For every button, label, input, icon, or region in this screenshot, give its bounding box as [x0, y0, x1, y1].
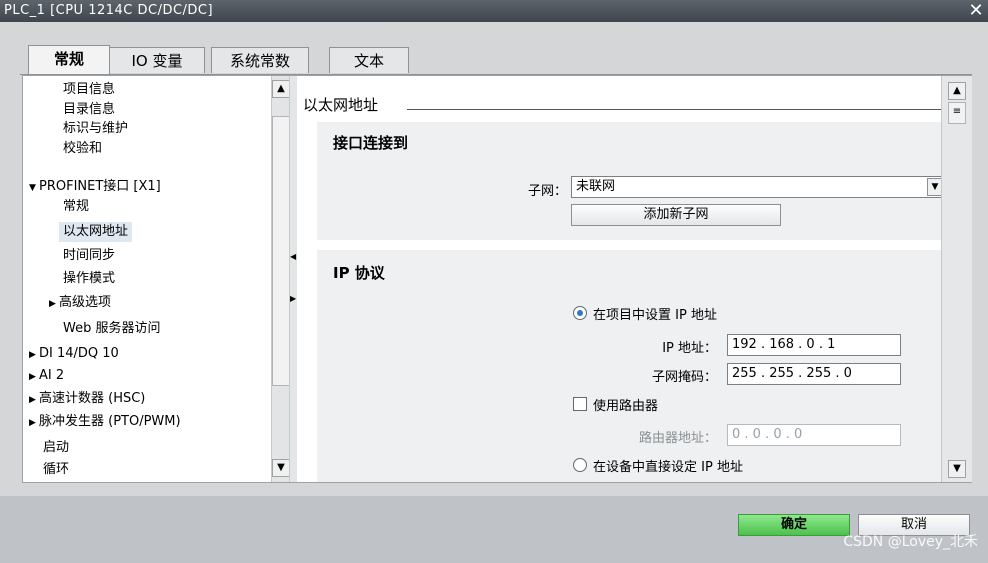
title-bar[interactable]: PLC_1 [CPU 1214C DC/DC/DC] ✕ — [0, 0, 988, 22]
tab-general[interactable]: 常规 — [28, 45, 110, 75]
use-router-checkbox[interactable] — [573, 397, 587, 411]
scroll-thumb[interactable] — [272, 116, 290, 386]
tree-scrollbar[interactable]: ▲ ▼ — [271, 76, 290, 482]
close-icon[interactable]: ✕ — [966, 1, 986, 21]
tree-item-time-sync[interactable]: 时间同步 — [63, 246, 115, 266]
expand-right-icon[interactable]: ▶ — [29, 413, 39, 433]
content-scrollbar[interactable]: ▲ ≡ ▼ — [941, 76, 972, 482]
ok-button[interactable]: 确定 — [738, 514, 850, 536]
router-address-field[interactable]: 0 . 0 . 0 . 0 — [727, 424, 901, 446]
tab-texts[interactable]: 文本 — [329, 47, 409, 73]
tree-item-general[interactable]: 常规 — [63, 197, 89, 217]
radio-set-on-device-label: 在设备中直接设定 IP 地址 — [593, 460, 743, 475]
tree-item-operating-mode[interactable]: 操作模式 — [63, 269, 115, 289]
ip-address-field[interactable]: 192 . 168 . 0 . 1 — [727, 334, 901, 356]
tree-item-checksum[interactable]: 校验和 — [63, 139, 102, 159]
watermark: CSDN @Lovey_北禾 — [843, 534, 978, 550]
use-router-label: 使用路由器 — [593, 399, 659, 414]
add-subnet-button[interactable]: 添加新子网 — [571, 204, 781, 226]
subnet-select[interactable]: 未联网 ▼ — [571, 176, 941, 198]
properties-panel: 项目信息 目录信息 标识与维护 校验和 ▼ PROFINET接口 [X1] 常规 … — [22, 75, 972, 483]
collapse-left-icon[interactable]: ◀ — [290, 252, 296, 261]
scroll-down-icon[interactable]: ▼ — [272, 459, 290, 477]
expand-right-icon[interactable]: ▶ — [290, 294, 296, 303]
scroll-thumb[interactable]: ≡ — [948, 102, 966, 124]
navigation-tree: 项目信息 目录信息 标识与维护 校验和 ▼ PROFINET接口 [X1] 常规 … — [23, 76, 271, 482]
tree-item-advanced-options[interactable]: ▶ 高级选项 — [49, 293, 111, 313]
tree-item-cycle[interactable]: 循环 — [43, 460, 69, 480]
tree-item-di-dq[interactable]: ▶ DI 14/DQ 10 — [29, 344, 119, 364]
tree-item-profinet[interactable]: ▼ PROFINET接口 [X1] — [29, 177, 161, 197]
properties-dialog: PLC_1 [CPU 1214C DC/DC/DC] ✕ 常规 IO 变量 系统… — [0, 0, 988, 563]
subnet-mask-label: 子网掩码： — [651, 370, 717, 385]
window-title: PLC_1 [CPU 1214C DC/DC/DC] — [4, 3, 214, 18]
tree-item-identification[interactable]: 标识与维护 — [63, 119, 128, 139]
tree-item-ethernet-address[interactable]: 以太网地址 — [59, 222, 133, 242]
chevron-down-icon[interactable]: ▼ — [927, 178, 941, 196]
tab-system-constants[interactable]: 系统常数 — [211, 47, 309, 73]
section-title: 以太网地址 — [303, 96, 379, 114]
ip-protocol-heading: IP 协议 — [333, 264, 385, 282]
tab-io-tags[interactable]: IO 变量 — [109, 47, 205, 73]
interface-heading: 接口连接到 — [333, 134, 409, 152]
expand-right-icon[interactable]: ▶ — [29, 390, 39, 410]
section-rule — [407, 109, 941, 110]
radio-set-in-project[interactable] — [573, 306, 587, 320]
content-pane: 以太网地址 接口连接到 子网： 未联网 ▼ 添加新子网 IP 协议 在项目中设置… — [297, 76, 941, 482]
tree-item-startup[interactable]: 启动 — [43, 438, 69, 458]
scroll-up-icon[interactable]: ▲ — [948, 82, 966, 100]
tree-item-hsc[interactable]: ▶ 高速计数器 (HSC) — [29, 389, 145, 409]
ip-protocol-group: IP 协议 在项目中设置 IP 地址 IP 地址： 192 . 168 . 0 … — [317, 250, 941, 482]
radio-set-on-device[interactable] — [573, 458, 587, 472]
subnet-label: 子网： — [527, 184, 567, 199]
expand-down-icon[interactable]: ▼ — [29, 178, 39, 198]
tree-item-catalog-info[interactable]: 目录信息 — [63, 100, 115, 120]
tree-item-web-server[interactable]: Web 服务器访问 — [63, 319, 160, 339]
scroll-up-icon[interactable]: ▲ — [272, 80, 290, 98]
interface-group: 接口连接到 子网： 未联网 ▼ 添加新子网 — [317, 122, 941, 240]
scroll-down-icon[interactable]: ▼ — [948, 460, 966, 478]
expand-right-icon[interactable]: ▶ — [29, 345, 39, 365]
router-address-label: 路由器地址： — [638, 431, 717, 446]
expand-right-icon[interactable]: ▶ — [49, 294, 59, 314]
tree-item-ai[interactable]: ▶ AI 2 — [29, 366, 64, 386]
tree-item-project-info[interactable]: 项目信息 — [63, 80, 115, 100]
radio-set-in-project-label: 在项目中设置 IP 地址 — [593, 308, 717, 323]
subnet-mask-field[interactable]: 255 . 255 . 255 . 0 — [727, 363, 901, 385]
expand-right-icon[interactable]: ▶ — [29, 367, 39, 387]
tree-item-pulse-generator[interactable]: ▶ 脉冲发生器 (PTO/PWM) — [29, 412, 181, 432]
dialog-footer: 确定 取消 — [0, 496, 988, 563]
ip-address-label: IP 地址： — [662, 341, 717, 356]
